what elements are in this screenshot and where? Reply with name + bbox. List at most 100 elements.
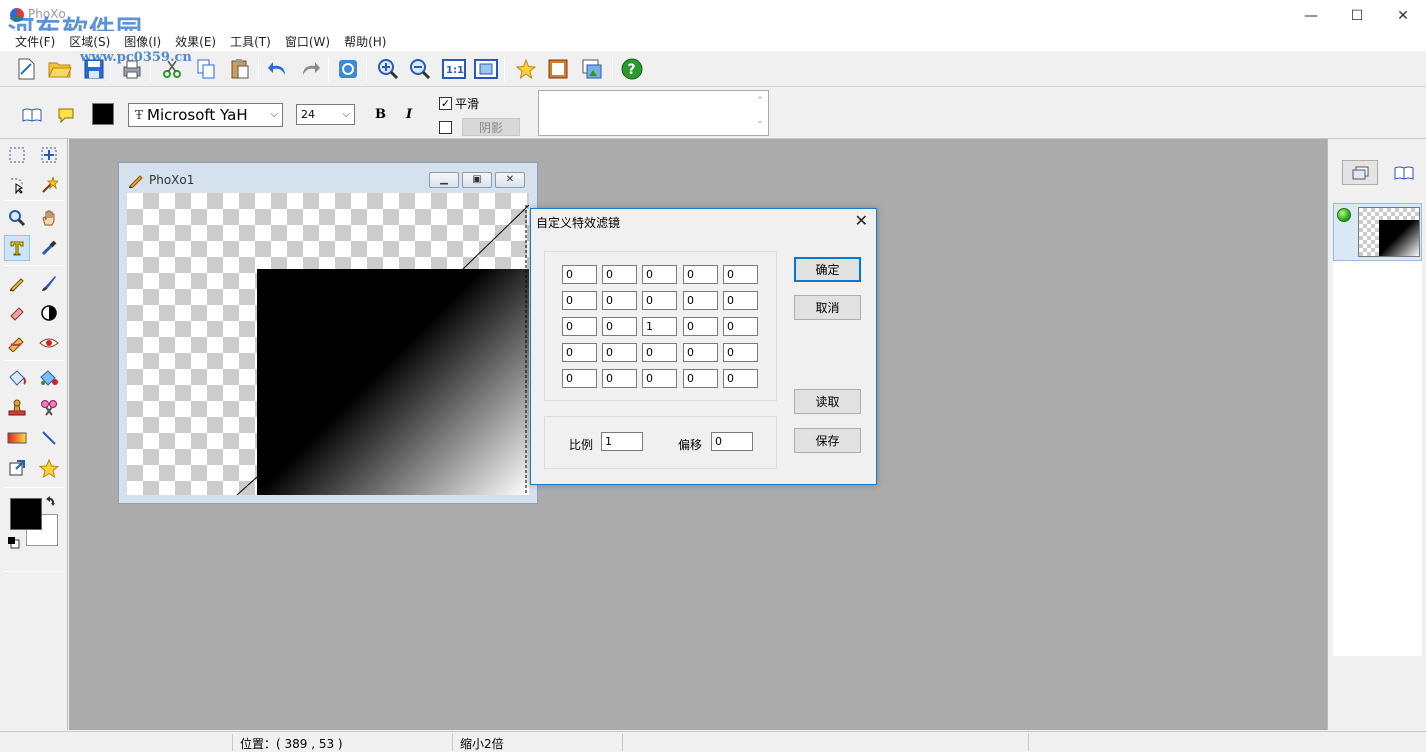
matrix-cell-r5c2[interactable]: 0	[602, 369, 637, 388]
matrix-cell-r3c5[interactable]: 0	[723, 317, 758, 336]
actual-size-icon[interactable]: 1:1	[440, 55, 468, 83]
bold-button[interactable]: B	[375, 107, 386, 122]
matrix-cell-r4c5[interactable]: 0	[723, 343, 758, 362]
matrix-cell-r5c4[interactable]: 0	[683, 369, 718, 388]
paste-icon[interactable]	[226, 55, 254, 83]
matrix-cell-r4c1[interactable]: 0	[562, 343, 597, 362]
shadow-button[interactable]: 阴影	[462, 118, 520, 136]
layer-item[interactable]	[1333, 203, 1422, 261]
matrix-cell-r2c1[interactable]: 0	[562, 291, 597, 310]
menu-help[interactable]: 帮助(H)	[337, 31, 393, 51]
smooth-checkbox[interactable]: ✓	[439, 97, 452, 110]
doc-close-button[interactable]: ✕	[495, 172, 525, 188]
eyedropper-icon[interactable]	[36, 235, 62, 261]
zoom-out-icon[interactable]	[406, 55, 434, 83]
rect-select-icon[interactable]	[4, 142, 30, 168]
move-icon[interactable]	[36, 142, 62, 168]
minimize-button[interactable]: —	[1288, 0, 1334, 31]
zoom-in-icon[interactable]	[374, 55, 402, 83]
matrix-cell-r1c2[interactable]: 0	[602, 265, 637, 284]
italic-button[interactable]: I	[406, 107, 412, 122]
matrix-cell-r5c1[interactable]: 0	[562, 369, 597, 388]
speech-bubble-icon[interactable]	[52, 101, 80, 129]
load-button[interactable]: 读取	[794, 389, 861, 414]
eraser-icon[interactable]	[4, 300, 30, 326]
text-scrollbar[interactable]: ⌃ ⌄	[752, 91, 768, 135]
line-icon[interactable]	[36, 425, 62, 451]
favorite-star-icon[interactable]	[512, 55, 540, 83]
image-export-icon[interactable]	[578, 55, 606, 83]
matrix-cell-r1c1[interactable]: 0	[562, 265, 597, 284]
matrix-cell-r3c3[interactable]: 1	[642, 317, 677, 336]
transform-icon[interactable]	[4, 455, 30, 481]
refresh-icon[interactable]	[334, 55, 362, 83]
matrix-cell-r5c3[interactable]: 0	[642, 369, 677, 388]
offset-input[interactable]: 0	[711, 432, 753, 451]
help-icon[interactable]: ?	[618, 55, 646, 83]
menu-window[interactable]: 窗口(W)	[278, 31, 337, 51]
new-file-icon[interactable]	[12, 55, 40, 83]
copy-icon[interactable]	[192, 55, 220, 83]
lasso-select-icon[interactable]	[4, 172, 30, 198]
color-replace-icon[interactable]	[36, 365, 62, 391]
matrix-cell-r1c3[interactable]: 0	[642, 265, 677, 284]
save-button[interactable]: 保存	[794, 428, 861, 453]
shape-star-icon[interactable]	[36, 455, 62, 481]
font-family-select[interactable]: Ŧ Microsoft YaH ⌵	[128, 103, 283, 127]
matrix-cell-r4c2[interactable]: 0	[602, 343, 637, 362]
heal-scissors-icon[interactable]	[36, 395, 62, 421]
shadow-checkbox[interactable]	[439, 121, 452, 134]
magic-wand-icon[interactable]	[36, 172, 62, 198]
pencil-icon[interactable]	[4, 270, 30, 296]
menu-selection[interactable]: 区域(S)	[62, 31, 117, 51]
maximize-button[interactable]: ☐	[1334, 0, 1380, 31]
layers-icon[interactable]	[1342, 160, 1378, 185]
matrix-cell-r3c1[interactable]: 0	[562, 317, 597, 336]
smudge-icon[interactable]	[4, 330, 30, 356]
hand-tool-icon[interactable]	[36, 205, 62, 231]
cancel-button[interactable]: 取消	[794, 295, 861, 320]
close-window-button[interactable]: ✕	[1380, 0, 1426, 31]
matrix-cell-r2c5[interactable]: 0	[723, 291, 758, 310]
matrix-cell-r4c3[interactable]: 0	[642, 343, 677, 362]
matrix-cell-r2c3[interactable]: 0	[642, 291, 677, 310]
text-book-icon[interactable]	[18, 101, 46, 129]
swap-colors-icon[interactable]	[42, 493, 58, 509]
text-color-swatch[interactable]	[92, 103, 114, 125]
text-tool-icon[interactable]	[4, 235, 30, 261]
image-canvas[interactable]	[127, 193, 529, 495]
layer-visible-icon[interactable]	[1337, 208, 1351, 222]
menu-effects[interactable]: 效果(E)	[168, 31, 223, 51]
undo-icon[interactable]	[264, 55, 292, 83]
foreground-color-swatch[interactable]	[10, 498, 42, 530]
doc-restore-button[interactable]: ▣	[462, 172, 492, 188]
reset-colors-icon[interactable]	[6, 535, 22, 551]
redo-icon[interactable]	[296, 55, 324, 83]
fill-bucket-icon[interactable]	[4, 365, 30, 391]
matrix-cell-r2c4[interactable]: 0	[683, 291, 718, 310]
text-input-area[interactable]: ⌃ ⌄	[538, 90, 769, 136]
image-document-window[interactable]: PhoXo1 ▁ ▣ ✕	[118, 162, 538, 504]
history-book-icon[interactable]	[1392, 160, 1416, 185]
menu-tools[interactable]: 工具(T)	[223, 31, 278, 51]
matrix-cell-r3c4[interactable]: 0	[683, 317, 718, 336]
matrix-cell-r3c2[interactable]: 0	[602, 317, 637, 336]
frame-icon[interactable]	[544, 55, 572, 83]
open-folder-icon[interactable]	[46, 55, 74, 83]
zoom-tool-icon[interactable]	[4, 205, 30, 231]
matrix-cell-r5c5[interactable]: 0	[723, 369, 758, 388]
matrix-cell-r4c4[interactable]: 0	[683, 343, 718, 362]
ok-button[interactable]: 确定	[794, 257, 861, 282]
font-size-select[interactable]: 24 ⌵	[296, 104, 355, 125]
red-eye-icon[interactable]	[36, 330, 62, 356]
menu-image[interactable]: 图像(I)	[117, 31, 168, 51]
contrast-icon[interactable]	[36, 300, 62, 326]
matrix-cell-r1c4[interactable]: 0	[683, 265, 718, 284]
matrix-cell-r2c2[interactable]: 0	[602, 291, 637, 310]
stamp-icon[interactable]	[4, 395, 30, 421]
doc-minimize-button[interactable]: ▁	[429, 172, 459, 188]
dialog-close-icon[interactable]: ✕	[855, 211, 868, 230]
matrix-cell-r1c5[interactable]: 0	[723, 265, 758, 284]
brush-icon[interactable]	[36, 270, 62, 296]
scale-input[interactable]: 1	[601, 432, 643, 451]
